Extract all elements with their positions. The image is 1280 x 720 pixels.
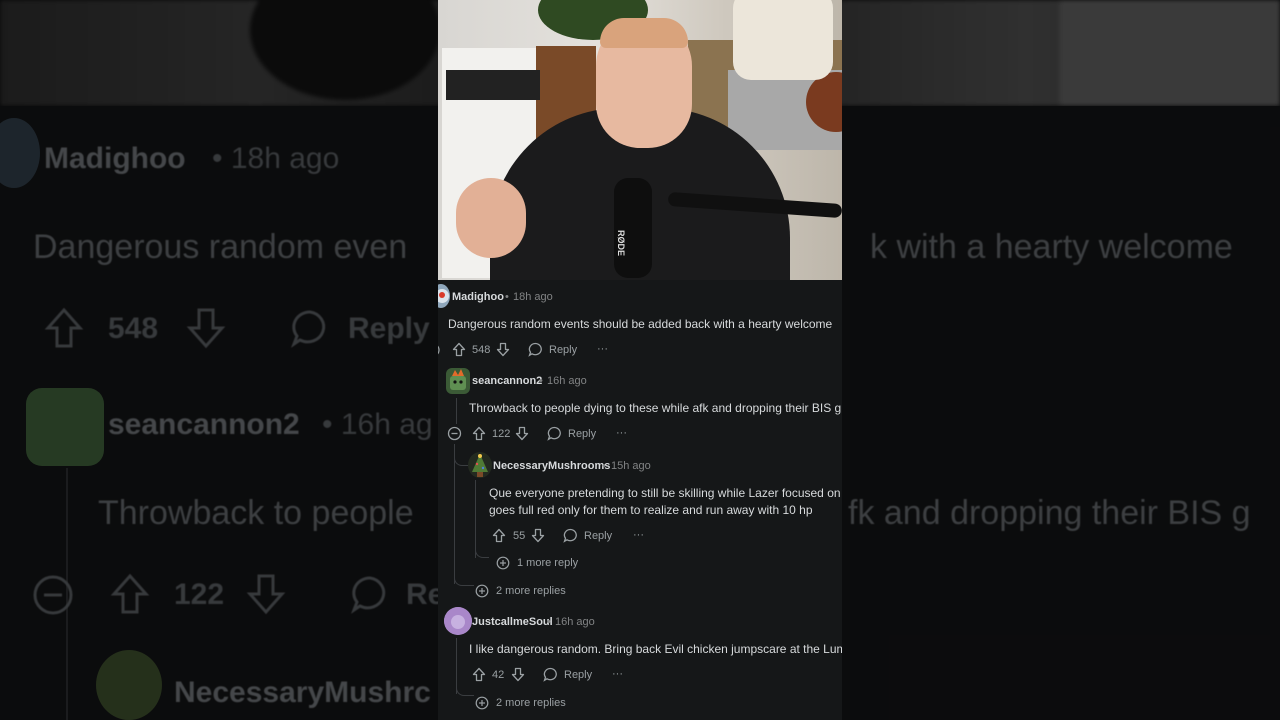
comment-body-line-2: goes full red only for them to realize a… bbox=[489, 503, 813, 517]
chair bbox=[733, 0, 833, 80]
separator-dot: • bbox=[547, 616, 551, 628]
streamer-hand bbox=[456, 178, 526, 258]
comment-username[interactable]: NecessaryMushrooms bbox=[493, 460, 610, 472]
downvote-icon[interactable] bbox=[496, 342, 510, 357]
more-options-icon[interactable]: ··· bbox=[633, 529, 644, 541]
comment-username[interactable]: JustcallmeSoul bbox=[472, 616, 553, 628]
reply-label: Reply bbox=[584, 529, 613, 542]
comment-body-line-1: Que everyone pretending to still be skil… bbox=[489, 486, 841, 500]
plus-circle-icon bbox=[475, 696, 489, 710]
reply-label: Reply bbox=[549, 343, 578, 356]
avatar-necessarymushrooms[interactable] bbox=[468, 452, 492, 478]
upvote-icon[interactable] bbox=[472, 667, 486, 682]
comment-body: Throwback to people dying to these while… bbox=[469, 401, 842, 415]
speech-bubble-icon bbox=[547, 426, 562, 441]
reply-button[interactable]: Reply bbox=[543, 667, 592, 682]
thread-branch bbox=[454, 444, 468, 466]
book bbox=[446, 70, 540, 100]
more-replies-label: 1 more reply bbox=[517, 557, 579, 569]
reply-label: Reply bbox=[568, 427, 597, 440]
comment-timestamp: 18h ago bbox=[513, 291, 553, 303]
upvote-icon[interactable] bbox=[472, 426, 486, 441]
reply-button[interactable]: Reply bbox=[547, 426, 596, 441]
comment-body: Dangerous random events should be added … bbox=[448, 317, 833, 331]
comment-body: I like dangerous random. Bring back Evil… bbox=[469, 642, 842, 656]
avatar-madighoo[interactable] bbox=[438, 284, 450, 308]
webcam-video[interactable]: RØDE bbox=[438, 0, 842, 280]
separator-dot: • bbox=[602, 460, 606, 472]
plus-circle-icon bbox=[496, 556, 510, 570]
downvote-icon[interactable] bbox=[515, 426, 529, 441]
comment-username[interactable]: seancannon2 bbox=[472, 375, 542, 387]
load-more-replies-button[interactable]: 2 more replies bbox=[475, 696, 566, 710]
vote-count: 548 bbox=[472, 344, 491, 356]
comment-timestamp: 16h ago bbox=[547, 375, 587, 387]
more-replies-label: 2 more replies bbox=[496, 697, 566, 709]
thread-line bbox=[456, 398, 457, 424]
reply-button[interactable]: Reply bbox=[563, 528, 612, 543]
reply-label: Reply bbox=[564, 668, 593, 681]
thread-branch bbox=[475, 542, 489, 558]
comment-timestamp: 16h ago bbox=[555, 616, 595, 628]
avatar-justcallmesoul[interactable] bbox=[444, 607, 472, 635]
vote-count: 122 bbox=[492, 428, 511, 440]
vote-count: 55 bbox=[513, 530, 526, 542]
speech-bubble-icon bbox=[543, 667, 558, 682]
avatar-seancannon2[interactable] bbox=[446, 368, 470, 394]
upvote-icon[interactable] bbox=[492, 528, 506, 543]
more-options-icon[interactable]: ··· bbox=[597, 343, 608, 355]
thread-branch bbox=[456, 680, 474, 696]
separator-dot: • bbox=[505, 291, 509, 303]
short-video-panel: RØDE Madighoo • 18h ago Dangerous random… bbox=[438, 0, 842, 720]
reply-button[interactable]: Reply bbox=[528, 342, 577, 357]
speech-bubble-icon bbox=[563, 528, 578, 543]
microphone bbox=[614, 178, 652, 278]
more-options-icon[interactable]: ··· bbox=[616, 427, 627, 439]
comment-timestamp: 15h ago bbox=[611, 460, 651, 472]
vote-count: 42 bbox=[492, 669, 505, 681]
collapse-icon[interactable] bbox=[447, 426, 462, 441]
comment-thread: Madighoo • 18h ago Dangerous random even… bbox=[438, 280, 842, 720]
upvote-icon[interactable] bbox=[452, 342, 466, 357]
collapse-icon[interactable] bbox=[438, 343, 442, 357]
comment-username[interactable]: Madighoo bbox=[452, 291, 504, 303]
mic-brand-label: RØDE bbox=[616, 230, 626, 257]
plus-circle-icon bbox=[475, 584, 489, 598]
separator-dot: • bbox=[539, 375, 543, 387]
downvote-icon[interactable] bbox=[531, 528, 545, 543]
thread-branch bbox=[454, 560, 474, 586]
more-options-icon[interactable]: ··· bbox=[612, 668, 623, 680]
load-more-replies-button[interactable]: 2 more replies bbox=[475, 584, 566, 598]
speech-bubble-icon bbox=[528, 342, 543, 357]
more-replies-label: 2 more replies bbox=[496, 585, 566, 597]
load-more-replies-button[interactable]: 1 more reply bbox=[496, 556, 578, 570]
downvote-icon[interactable] bbox=[511, 667, 525, 682]
